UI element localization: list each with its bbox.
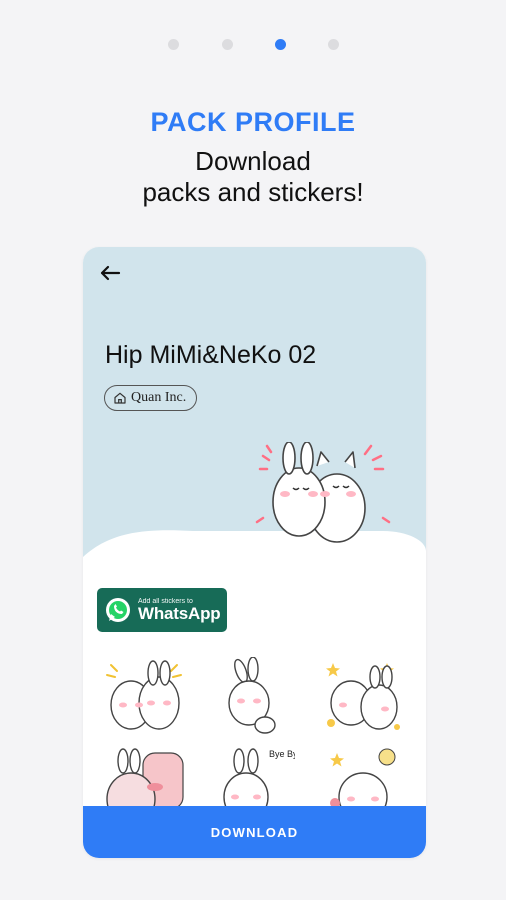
onboarding-headline: PACK PROFILE: [150, 107, 356, 137]
sticker-bunny-cat-blush[interactable]: [103, 657, 185, 739]
download-button[interactable]: DOWNLOAD: [83, 806, 426, 858]
add-to-whatsapp-button[interactable]: Add all stickers to WhatsApp: [97, 588, 227, 632]
page-dot-4[interactable]: [328, 39, 339, 50]
page-dot-3[interactable]: [275, 39, 286, 50]
sticker-bye-text: Bye Bye: [269, 749, 295, 759]
onboarding-subtitle: Download packs and stickers!: [0, 146, 506, 208]
sticker-bunny-cat-party[interactable]: [323, 657, 405, 739]
page-indicator: [0, 39, 506, 51]
whatsapp-button-label: WhatsApp: [138, 604, 221, 623]
sticker-bunny-leaning[interactable]: [213, 657, 295, 739]
whatsapp-icon: [106, 598, 130, 622]
author-name: Quan Inc.: [131, 390, 187, 405]
whatsapp-button-caption: Add all stickers to: [138, 598, 193, 605]
back-arrow-icon[interactable]: [99, 263, 121, 283]
home-icon: [114, 392, 126, 404]
subtitle-line-1: Download: [195, 146, 311, 176]
page-dot-2[interactable]: [222, 39, 233, 50]
page-dot-1[interactable]: [168, 39, 179, 50]
pack-profile-preview: Hip MiMi&NeKo 02 Quan Inc. Add all stick…: [83, 247, 426, 858]
hero-sticker: [255, 442, 391, 543]
pack-title: Hip MiMi&NeKo 02: [105, 341, 317, 369]
author-chip[interactable]: Quan Inc.: [104, 385, 198, 411]
subtitle-line-2: packs and stickers!: [142, 177, 364, 207]
